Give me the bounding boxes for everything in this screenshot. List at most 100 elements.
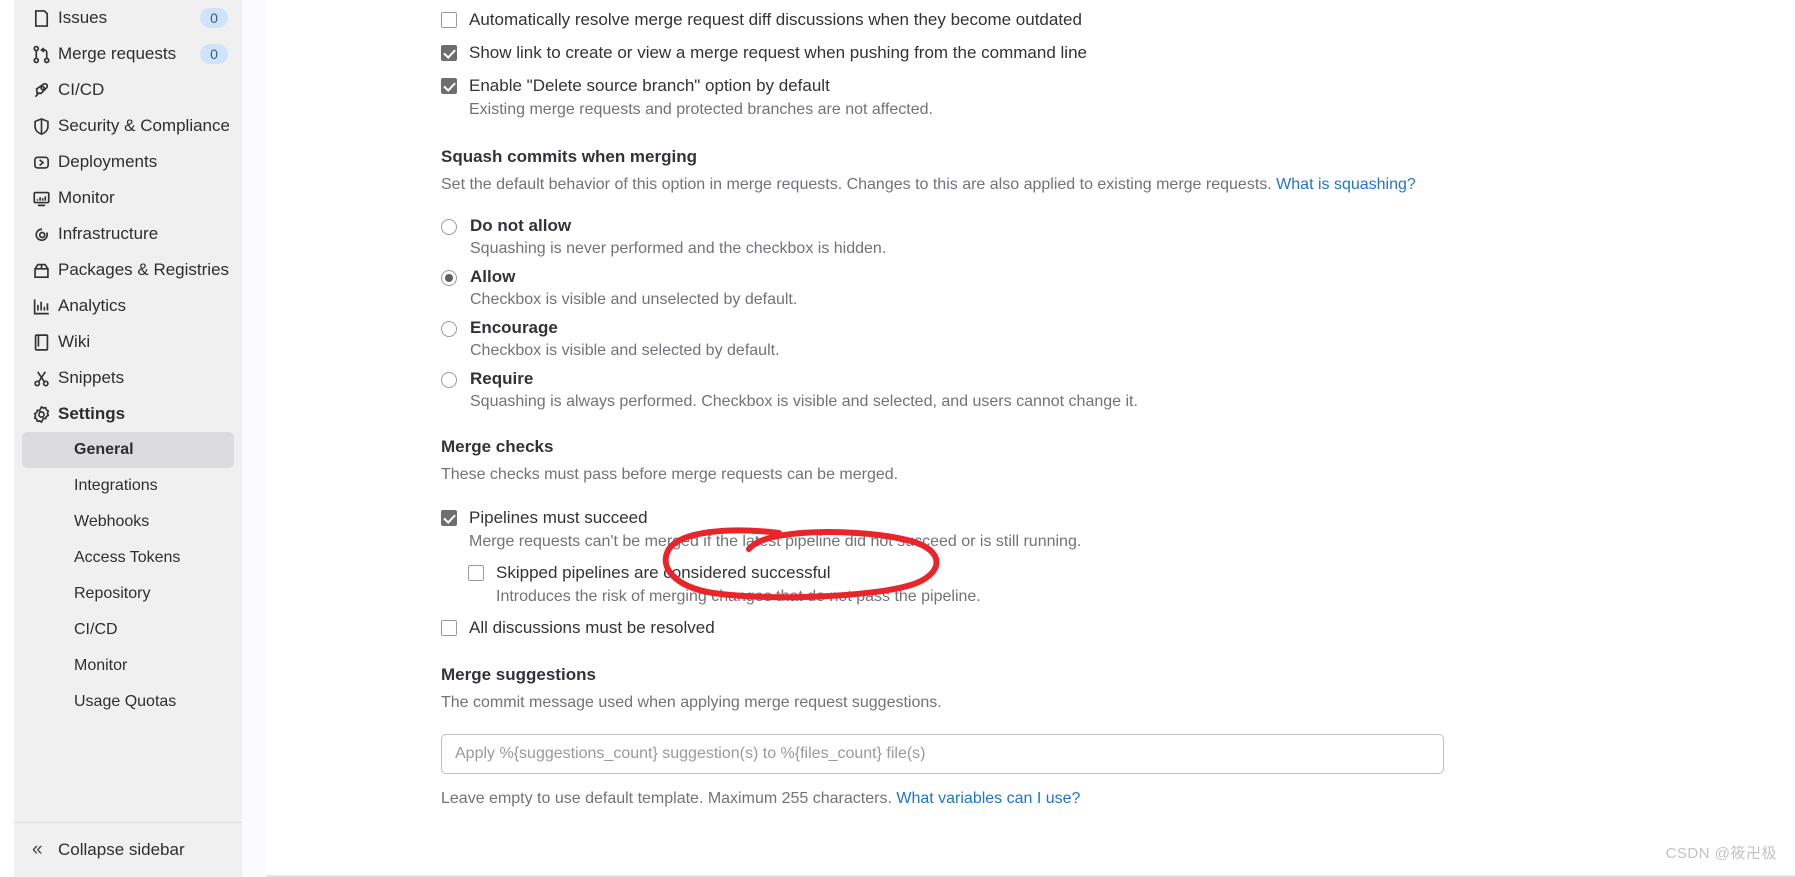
squash-option-encourage-row[interactable]: Encourage	[441, 317, 1521, 339]
sidebar-item-security-compliance[interactable]: Security & Compliance	[14, 108, 242, 144]
sidebar-subitem-label: Monitor	[74, 657, 128, 674]
merge-commit-message-input[interactable]	[441, 734, 1444, 774]
merge-checks-section-title: Merge checks	[441, 437, 554, 456]
collapse-sidebar-button[interactable]: « Collapse sidebar	[14, 822, 242, 877]
sidebar-item-label: Analytics	[58, 296, 127, 315]
sidebar-nav-scroll[interactable]: Issues 0 Merge requests 0 CI/CD Security…	[14, 0, 242, 822]
delete-source-branch-description: Existing merge requests and protected br…	[469, 101, 933, 118]
sidebar-subitem-cicd[interactable]: CI/CD	[22, 612, 234, 648]
sidebar-subitem-access-tokens[interactable]: Access Tokens	[22, 540, 234, 576]
show-link-create-mr-checkbox[interactable]	[441, 45, 457, 61]
all-discussions-resolved-row[interactable]: All discussions must be resolved	[441, 617, 1521, 639]
pipelines-must-succeed-row[interactable]: Pipelines must succeed	[441, 507, 1521, 529]
delete-source-branch-label[interactable]: Enable "Delete source branch" option by …	[469, 75, 830, 97]
skipped-pipelines-label[interactable]: Skipped pipelines are considered success…	[496, 562, 831, 584]
squash-section-title: Squash commits when merging	[441, 147, 697, 166]
scissors-icon	[32, 368, 58, 388]
sidebar-subitem-webhooks[interactable]: Webhooks	[22, 504, 234, 540]
skipped-pipelines-checkbox[interactable]	[468, 565, 484, 581]
chevron-double-left-icon: «	[32, 839, 43, 860]
what-variables-can-i-use-link[interactable]: What variables can I use?	[896, 790, 1080, 807]
squash-option-allow-radio[interactable]	[441, 270, 457, 286]
sidebar-item-label: Merge requests	[58, 44, 177, 63]
sidebar-subitem-usage-quotas[interactable]: Usage Quotas	[22, 684, 234, 720]
sidebar-subitem-label: Repository	[74, 585, 151, 602]
sidebar-subitem-integrations[interactable]: Integrations	[22, 468, 234, 504]
sidebar-subitem-repository[interactable]: Repository	[22, 576, 234, 612]
squash-option-require-label[interactable]: Require	[470, 368, 533, 390]
merge-suggestions-section-description: The commit message used when applying me…	[441, 694, 942, 711]
all-discussions-resolved-label[interactable]: All discussions must be resolved	[469, 617, 715, 639]
project-sidebar: Issues 0 Merge requests 0 CI/CD Security…	[0, 0, 266, 877]
settings-main-content: Automatically resolve merge request diff…	[266, 0, 1795, 877]
squash-option-encourage-radio[interactable]	[441, 321, 457, 337]
merge-requests-icon	[32, 44, 58, 64]
squash-option-allow-row[interactable]: Allow	[441, 266, 1521, 288]
squash-option-require-row[interactable]: Require	[441, 368, 1521, 390]
sidebar-item-settings[interactable]: Settings	[14, 396, 242, 432]
merge-checks-section-description: These checks must pass before merge requ…	[441, 466, 899, 483]
book-icon	[32, 332, 58, 352]
show-link-create-mr-label[interactable]: Show link to create or view a merge requ…	[469, 42, 1087, 64]
sidebar-nav-list: Issues 0 Merge requests 0 CI/CD Security…	[14, 0, 242, 720]
show-link-create-mr-row[interactable]: Show link to create or view a merge requ…	[441, 42, 1521, 64]
squash-option-require-radio[interactable]	[441, 372, 457, 388]
sidebar-item-deployments[interactable]: Deployments	[14, 144, 242, 180]
sidebar-subitem-general[interactable]: General	[22, 432, 234, 468]
sidebar-subitem-label: CI/CD	[74, 621, 118, 638]
csdn-watermark: CSDN @筱卍极	[1665, 845, 1777, 862]
sidebar-item-label: Packages & Registries	[58, 260, 230, 279]
sidebar-left-edge	[0, 0, 14, 877]
auto-resolve-diff-discussions-row[interactable]: Automatically resolve merge request diff…	[441, 9, 1521, 31]
auto-resolve-diff-discussions-label[interactable]: Automatically resolve merge request diff…	[469, 9, 1082, 31]
squash-option-allow-label[interactable]: Allow	[470, 266, 515, 288]
sidebar-subitem-label: Access Tokens	[74, 549, 181, 566]
sidebar-subitem-label: Integrations	[74, 477, 158, 494]
gear-icon	[32, 404, 58, 424]
gitlab-project-settings-page: Issues 0 Merge requests 0 CI/CD Security…	[0, 0, 1795, 877]
sidebar-item-label: Wiki	[58, 332, 91, 351]
what-is-squashing-link[interactable]: What is squashing?	[1276, 176, 1416, 193]
squash-option-do-not-allow-label[interactable]: Do not allow	[470, 215, 571, 237]
issues-icon	[32, 8, 58, 28]
sidebar-item-wiki[interactable]: Wiki	[14, 324, 242, 360]
sidebar-subitem-label: Usage Quotas	[74, 693, 177, 710]
merge-suggestions-section-title: Merge suggestions	[441, 665, 596, 684]
merge-requests-settings-form: Automatically resolve merge request diff…	[441, 0, 1521, 810]
merge-requests-count-badge: 0	[200, 44, 228, 64]
delete-source-branch-row[interactable]: Enable "Delete source branch" option by …	[441, 75, 1521, 97]
deployments-icon	[32, 152, 58, 172]
package-icon	[32, 260, 58, 280]
auto-resolve-diff-discussions-checkbox[interactable]	[441, 12, 457, 28]
squash-option-allow-description: Checkbox is visible and unselected by de…	[470, 291, 798, 308]
squash-option-encourage-description: Checkbox is visible and selected by defa…	[470, 342, 780, 359]
pipelines-must-succeed-label[interactable]: Pipelines must succeed	[469, 507, 648, 529]
issues-count-badge: 0	[200, 8, 228, 28]
all-discussions-resolved-checkbox[interactable]	[441, 620, 457, 636]
sidebar-item-snippets[interactable]: Snippets	[14, 360, 242, 396]
skipped-pipelines-row[interactable]: Skipped pipelines are considered success…	[468, 562, 1521, 584]
sidebar-subitem-monitor[interactable]: Monitor	[22, 648, 234, 684]
sidebar-item-monitor[interactable]: Monitor	[14, 180, 242, 216]
sidebar-item-cicd[interactable]: CI/CD	[14, 72, 242, 108]
sidebar-item-analytics[interactable]: Analytics	[14, 288, 242, 324]
pipelines-must-succeed-checkbox[interactable]	[441, 510, 457, 526]
infrastructure-icon	[32, 224, 58, 244]
sidebar-item-infrastructure[interactable]: Infrastructure	[14, 216, 242, 252]
skipped-pipelines-description: Introduces the risk of merging changes t…	[496, 588, 981, 605]
squash-option-do-not-allow-radio[interactable]	[441, 219, 457, 235]
merge-suggestions-help-label: Leave empty to use default template. Max…	[441, 790, 892, 807]
squash-option-do-not-allow-row[interactable]: Do not allow	[441, 215, 1521, 237]
sidebar-item-issues[interactable]: Issues 0	[14, 0, 242, 36]
shield-icon	[32, 116, 58, 136]
delete-source-branch-checkbox[interactable]	[441, 78, 457, 94]
squash-option-require-description: Squashing is always performed. Checkbox …	[470, 393, 1138, 410]
squash-option-do-not-allow-description: Squashing is never performed and the che…	[470, 240, 887, 257]
analytics-icon	[32, 296, 58, 316]
sidebar-item-packages-registries[interactable]: Packages & Registries	[14, 252, 242, 288]
squash-option-encourage-label[interactable]: Encourage	[470, 317, 558, 339]
sidebar-item-label: Infrastructure	[58, 224, 159, 243]
sidebar-item-merge-requests[interactable]: Merge requests 0	[14, 36, 242, 72]
sidebar-item-label: CI/CD	[58, 80, 105, 99]
rocket-icon	[32, 80, 58, 100]
